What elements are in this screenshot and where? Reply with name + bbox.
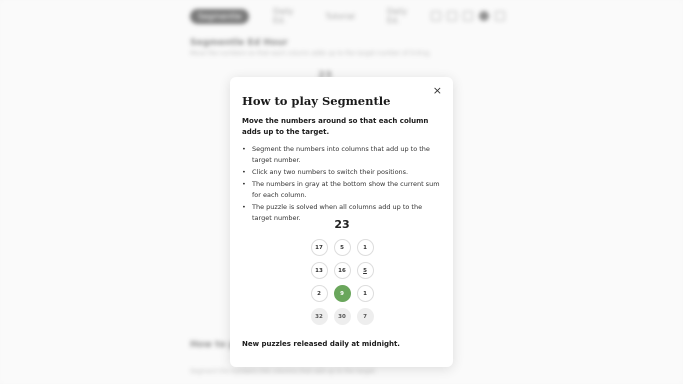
dialog-footer: New puzzles released daily at midnight. [242, 340, 400, 348]
rule-item: Click any two numbers to switch their po… [242, 167, 441, 178]
selected-number-cell: 9 [333, 285, 351, 302]
number-cell: 5 [356, 262, 374, 279]
column-sum: 7 [356, 308, 374, 325]
number-cell: 16 [333, 262, 351, 279]
example-grid: 17 5 1 13 16 5 2 9 1 32 30 7 [304, 239, 380, 325]
number-cell: 13 [310, 262, 328, 279]
column-sum: 32 [310, 308, 328, 325]
underlined-number: 5 [363, 267, 367, 274]
rule-item: Segment the numbers into columns that ad… [242, 144, 441, 166]
dialog-title: How to play Segmentle [242, 94, 391, 108]
number-cell: 5 [333, 239, 351, 256]
dialog-intro: Move the numbers around so that each col… [242, 117, 429, 136]
rules-list: Segment the numbers into columns that ad… [242, 144, 441, 224]
rule-item: The numbers in gray at the bottom show t… [242, 179, 441, 201]
how-to-play-dialog: × How to play Segmentle Move the numbers… [230, 77, 453, 367]
number-cell: 1 [356, 285, 374, 302]
number-cell: 17 [310, 239, 328, 256]
number-cell: 1 [356, 239, 374, 256]
close-button[interactable]: × [433, 85, 442, 97]
number-cell: 2 [310, 285, 328, 302]
example-target: 23 [334, 218, 350, 231]
column-sum: 30 [333, 308, 351, 325]
example-puzzle: 23 17 5 1 13 16 5 2 9 1 32 30 7 [304, 218, 380, 325]
